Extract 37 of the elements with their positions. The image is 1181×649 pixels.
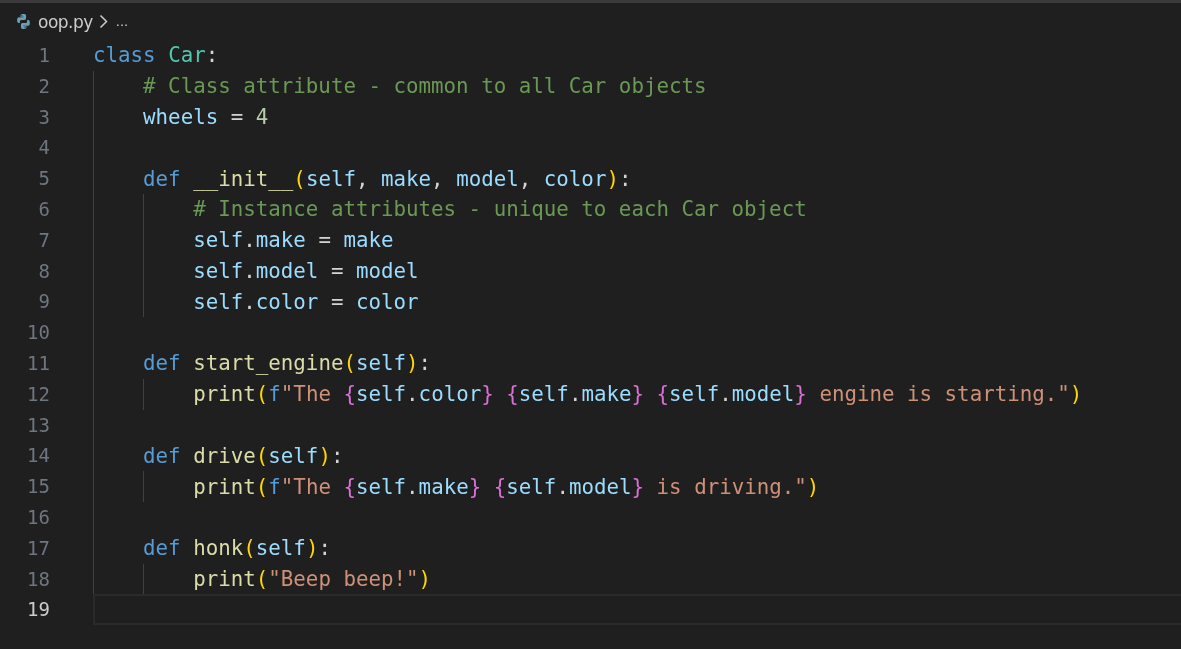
line-number: 4 <box>37 135 50 161</box>
code-line: class Car: <box>93 43 219 68</box>
code-line: wheels = 4 <box>142 105 269 129</box>
line-number: 14 <box>26 443 50 469</box>
code-line: print(f"The {self.color} {self.make} {self.model} engine is starting.") <box>192 382 1083 407</box>
code-line: self.make = make <box>192 228 394 253</box>
line-number: 9 <box>37 289 50 315</box>
line-number: 3 <box>37 104 50 130</box>
code-line: def __init__(self, make, model, color): <box>142 166 632 191</box>
line-number: 10 <box>26 320 50 346</box>
line-number: 8 <box>37 258 50 284</box>
code-line: print(f"The {self.make} {self.model} is driving.") <box>192 474 820 499</box>
line-number: 2 <box>37 73 50 99</box>
line-number: 6 <box>37 197 50 222</box>
code-line: # Class attribute - common to all Car objects <box>142 74 707 99</box>
file-name[interactable]: oop.py <box>38 11 93 32</box>
line-number: 19 <box>26 597 50 623</box>
chevron-icon <box>98 14 108 29</box>
line-number: 13 <box>26 412 50 438</box>
code-line: def start_engine(self): <box>142 351 432 376</box>
line-number: 7 <box>37 227 50 253</box>
code-line: def honk(self): <box>142 536 331 561</box>
python-icon <box>15 13 32 30</box>
code-line: self.color = color <box>192 289 419 314</box>
breadcrumb-more[interactable]: ... <box>115 14 129 29</box>
line-number: 15 <box>26 474 50 500</box>
line-number: 16 <box>26 504 50 530</box>
code-line: print("Beep beep!") <box>192 566 432 591</box>
line-number: 5 <box>37 166 50 192</box>
line-number: 1 <box>37 43 50 68</box>
line-number: 12 <box>26 381 50 407</box>
line-number: 17 <box>26 535 50 561</box>
line-number: 18 <box>26 566 50 592</box>
code-line: self.model = model <box>192 258 419 283</box>
code-line: # Instance attributes - unique to each Car object <box>192 197 807 222</box>
line-number: 11 <box>26 350 50 376</box>
code-line: def drive(self): <box>142 443 344 468</box>
